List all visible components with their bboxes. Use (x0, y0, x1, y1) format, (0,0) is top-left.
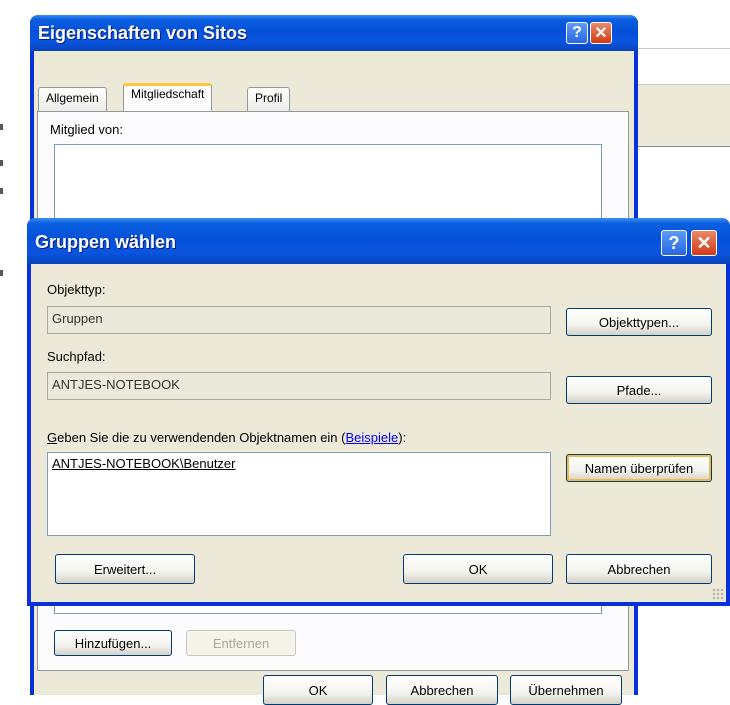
object-type-field: Gruppen (47, 306, 551, 334)
ok-button[interactable]: OK (403, 554, 553, 584)
background-marker (0, 188, 3, 194)
close-icon: ✕ (696, 232, 712, 253)
paths-button[interactable]: Pfade... (566, 376, 712, 404)
remove-button[interactable]: Entfernen (186, 630, 296, 656)
close-button[interactable]: ✕ (691, 230, 717, 256)
search-path-label: Suchpfad: (47, 349, 106, 364)
ok-button[interactable]: OK (263, 675, 373, 705)
background-toolbar (636, 84, 730, 126)
object-types-button[interactable]: Objekttypen... (566, 308, 712, 336)
resize-grip-icon[interactable] (712, 588, 724, 600)
check-names-button[interactable]: Namen überprüfen (566, 454, 712, 482)
prompt-text: eben Sie die zu verwendenden Objektnamen… (57, 430, 346, 445)
prompt-close: ): (398, 430, 407, 445)
add-button[interactable]: Hinzufügen... (54, 630, 172, 656)
select-groups-title: Gruppen wählen (35, 232, 177, 252)
background-marker (0, 270, 3, 276)
object-names-prompt: Geben Sie die zu verwendenden Objektname… (47, 430, 406, 445)
advanced-button[interactable]: Erweitert... (55, 554, 195, 584)
help-icon: ? (572, 24, 582, 41)
help-button[interactable]: ? (661, 230, 687, 256)
select-groups-title-bar[interactable]: Gruppen wählen ? ✕ (27, 218, 730, 264)
close-button[interactable]: ✕ (590, 22, 612, 44)
close-icon: ✕ (594, 25, 608, 42)
prompt-accelerator: G (47, 430, 58, 445)
tab-mitgliedschaft[interactable]: Mitgliedschaft (123, 83, 213, 111)
apply-button[interactable]: Übernehmen (510, 675, 622, 705)
object-type-label: Objekttyp: (47, 282, 106, 297)
help-button[interactable]: ? (566, 22, 588, 44)
object-name-entry[interactable]: ANTJES-NOTEBOOK\Benutzer (52, 456, 236, 471)
select-groups-body: Objekttyp: Gruppen Objekttypen... Suchpf… (31, 264, 726, 602)
select-groups-dialog: Gruppen wählen ? ✕ Objekttyp: Gruppen Ob… (27, 218, 730, 606)
tab-allgemein[interactable]: Allgemein (38, 87, 107, 111)
properties-title-bar[interactable]: Eigenschaften von Sitos ? ✕ (30, 15, 638, 51)
tab-profil[interactable]: Profil (247, 87, 291, 111)
object-names-input[interactable]: ANTJES-NOTEBOOK\Benutzer (47, 452, 551, 536)
background-divider (636, 48, 730, 49)
background-marker (0, 160, 3, 166)
properties-title: Eigenschaften von Sitos (38, 23, 248, 43)
help-icon: ? (668, 232, 680, 253)
background-marker (0, 124, 3, 130)
search-path-field: ANTJES-NOTEBOOK (47, 372, 551, 400)
examples-link[interactable]: Beispiele (345, 430, 398, 445)
member-of-label: Mitglied von: (50, 122, 123, 137)
cancel-button[interactable]: Abbrechen (566, 554, 712, 584)
background-header (636, 124, 730, 147)
cancel-button[interactable]: Abbrechen (386, 675, 498, 705)
